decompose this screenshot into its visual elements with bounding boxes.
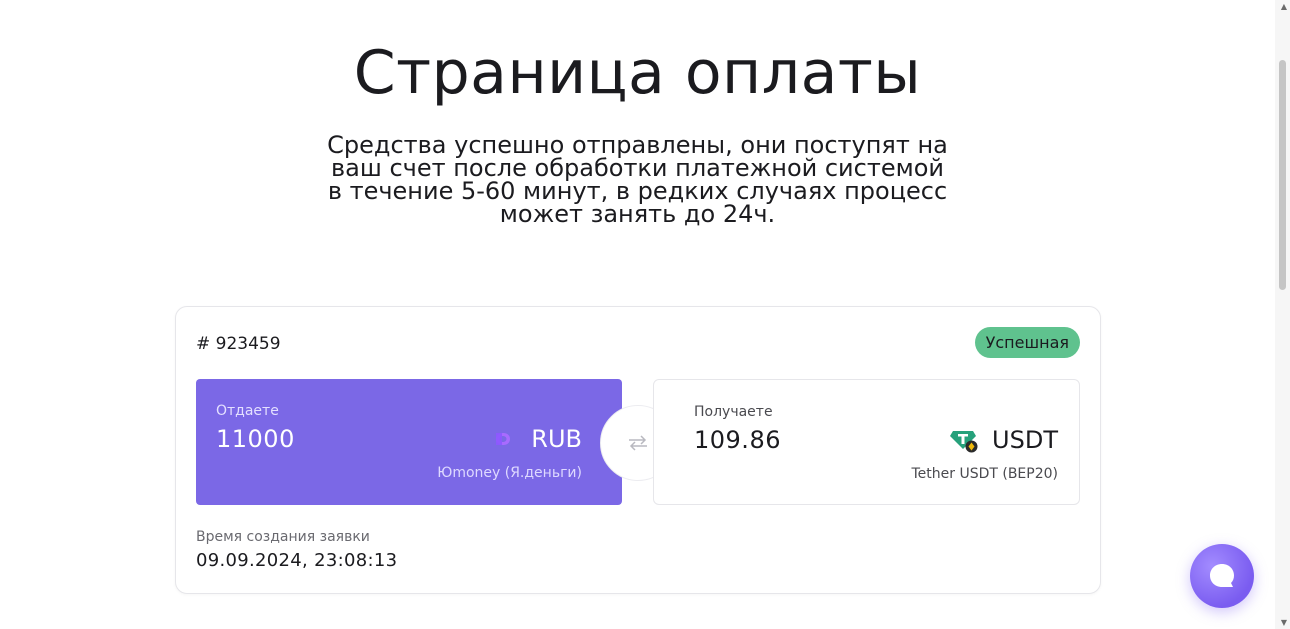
receive-method: Tether USDT (BEP20) — [911, 466, 1058, 482]
created-label: Время создания заявки — [196, 529, 370, 545]
give-currency-code: RUB — [531, 425, 582, 453]
payment-page: Страница оплаты Средства успешно отправл… — [0, 0, 1275, 629]
give-amount: 11000 — [216, 425, 295, 453]
give-method: Юmoney (Я.деньги) — [437, 465, 582, 481]
scroll-down-icon[interactable]: ▼ — [1281, 618, 1287, 627]
receive-label: Получаете — [694, 404, 773, 420]
arrows-exchange-icon — [629, 435, 647, 451]
chat-bubble-icon — [1210, 564, 1234, 587]
page-title: Страница оплаты — [353, 38, 922, 108]
order-card: # 923459 Успешная Отдаете 11000 RUB Юmon… — [175, 306, 1101, 594]
give-currency: RUB — [495, 425, 582, 453]
status-badge: Успешная — [974, 327, 1080, 358]
give-panel: Отдаете 11000 RUB Юmoney (Я.деньги) — [196, 379, 622, 505]
page-subtitle: Средства успешно отправлены, они поступя… — [327, 131, 948, 228]
chat-button[interactable] — [1190, 544, 1254, 608]
give-label: Отдаете — [216, 403, 279, 419]
vertical-scrollbar[interactable]: ▲ ▼ — [1275, 0, 1290, 629]
receive-panel: Получаете 109.86 USDT Tether USDT (BEP20… — [653, 379, 1080, 505]
receive-currency-code: USDT — [992, 426, 1058, 454]
yoomoney-icon — [495, 431, 517, 447]
receive-currency: USDT — [950, 426, 1058, 454]
scroll-thumb[interactable] — [1279, 60, 1286, 290]
receive-amount: 109.86 — [694, 426, 781, 454]
scroll-up-icon[interactable]: ▲ — [1281, 2, 1287, 11]
order-id: # 923459 — [196, 334, 281, 354]
created-value: 09.09.2024, 23:08:13 — [196, 550, 398, 571]
tether-icon — [950, 427, 978, 453]
